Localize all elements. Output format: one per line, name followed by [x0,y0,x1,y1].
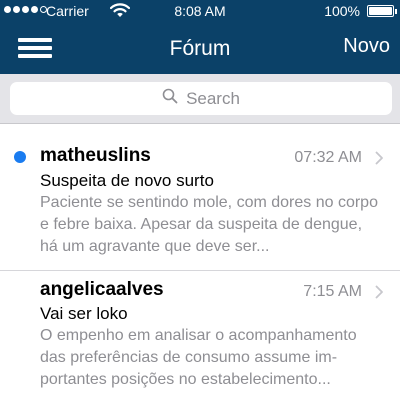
message-subject: Vai ser loko [40,304,128,323]
chevron-right-icon [375,151,384,170]
battery-icon [367,5,394,17]
search-content: Search [10,82,392,115]
battery-nub [395,9,397,14]
message-sender: angelicaalves [40,279,164,300]
search-bar: Search [0,74,400,124]
message-item[interactable]: angelicaalves 7:15 AM Vai ser loko O emp… [0,272,400,400]
message-time: 7:15 AM [303,283,362,300]
message-preview: O empenho em analisar o acompanhamento d… [40,327,357,388]
message-item[interactable]: matheuslins 07:32 AM Suspeita de novo su… [0,138,400,272]
battery-percentage: 100% [324,3,360,19]
status-bar: Carrier 8:08 AM 100% [0,0,400,22]
message-time: 07:32 AM [294,149,362,166]
message-sender: matheuslins [40,145,151,166]
list-divider [0,270,400,271]
message-subject: Suspeita de novo surto [40,171,214,190]
search-placeholder: Search [186,88,240,108]
search-icon [162,88,178,109]
unread-indicator [14,151,26,163]
battery-fill [369,7,392,15]
page-title: Fórum [169,37,231,60]
header: Carrier 8:08 AM 100% Fórum Novo [0,0,400,74]
search-input[interactable]: Search [10,82,392,115]
nav-bar: Fórum Novo [0,22,400,74]
new-post-button[interactable]: Novo [343,35,390,58]
message-preview: Paciente se sentindo mole, com dores no … [40,194,378,255]
chevron-right-icon [375,285,384,304]
